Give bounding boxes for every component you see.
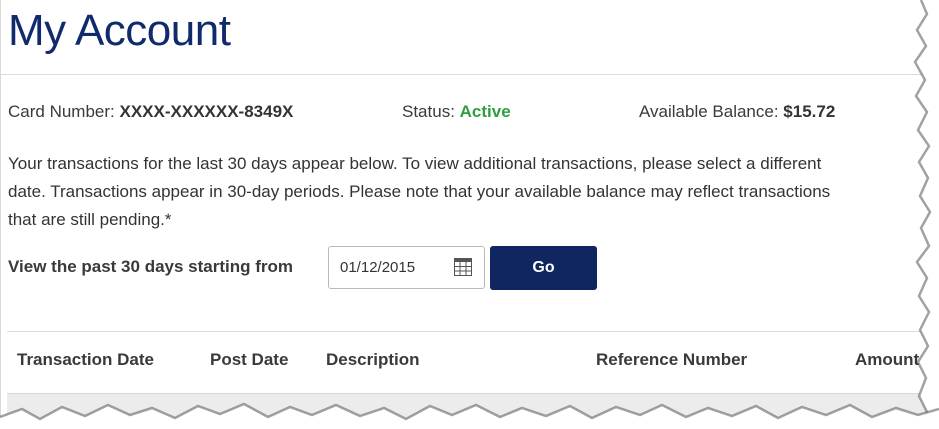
column-post-date[interactable]: Post Date: [210, 350, 288, 370]
torn-edge-bottom: [0, 402, 939, 429]
transactions-table-header: Transaction Date Post Date Description R…: [0, 350, 939, 376]
page-title: My Account: [8, 6, 231, 55]
column-transaction-date[interactable]: Transaction Date: [17, 350, 154, 370]
column-description[interactable]: Description: [326, 350, 420, 370]
card-number-label: Card Number:: [8, 102, 115, 121]
start-date-value[interactable]: 01/12/2015: [340, 259, 415, 276]
balance-label: Available Balance:: [639, 102, 779, 121]
calendar-icon[interactable]: [454, 258, 472, 276]
description-line: date. Transactions appear in 30-day peri…: [8, 182, 831, 201]
column-reference-number[interactable]: Reference Number: [596, 350, 747, 370]
account-page: My Account Card Number: XXXX-XXXXXX-8349…: [0, 0, 939, 429]
account-status: Status: Active: [402, 102, 511, 122]
balance-value: $15.72: [783, 102, 836, 121]
description-line: that are still pending.*: [8, 210, 172, 229]
torn-edge-right: [913, 0, 939, 429]
status-value: Active: [459, 102, 511, 121]
section-divider: [7, 331, 939, 332]
date-range-label: View the past 30 days starting from: [8, 257, 293, 276]
account-summary: Card Number: XXXX-XXXXXX-8349X Status: A…: [8, 102, 939, 128]
card-number: Card Number: XXXX-XXXXXX-8349X: [8, 102, 293, 122]
go-button[interactable]: Go: [490, 246, 597, 290]
status-label: Status:: [402, 102, 455, 121]
card-number-value: XXXX-XXXXXX-8349X: [119, 102, 294, 121]
transactions-description: Your transactions for the last 30 days a…: [8, 150, 939, 234]
title-divider: [0, 74, 939, 75]
start-date-input[interactable]: 01/12/2015: [328, 246, 485, 289]
available-balance: Available Balance: $15.72: [639, 102, 835, 122]
description-line: Your transactions for the last 30 days a…: [8, 154, 822, 173]
